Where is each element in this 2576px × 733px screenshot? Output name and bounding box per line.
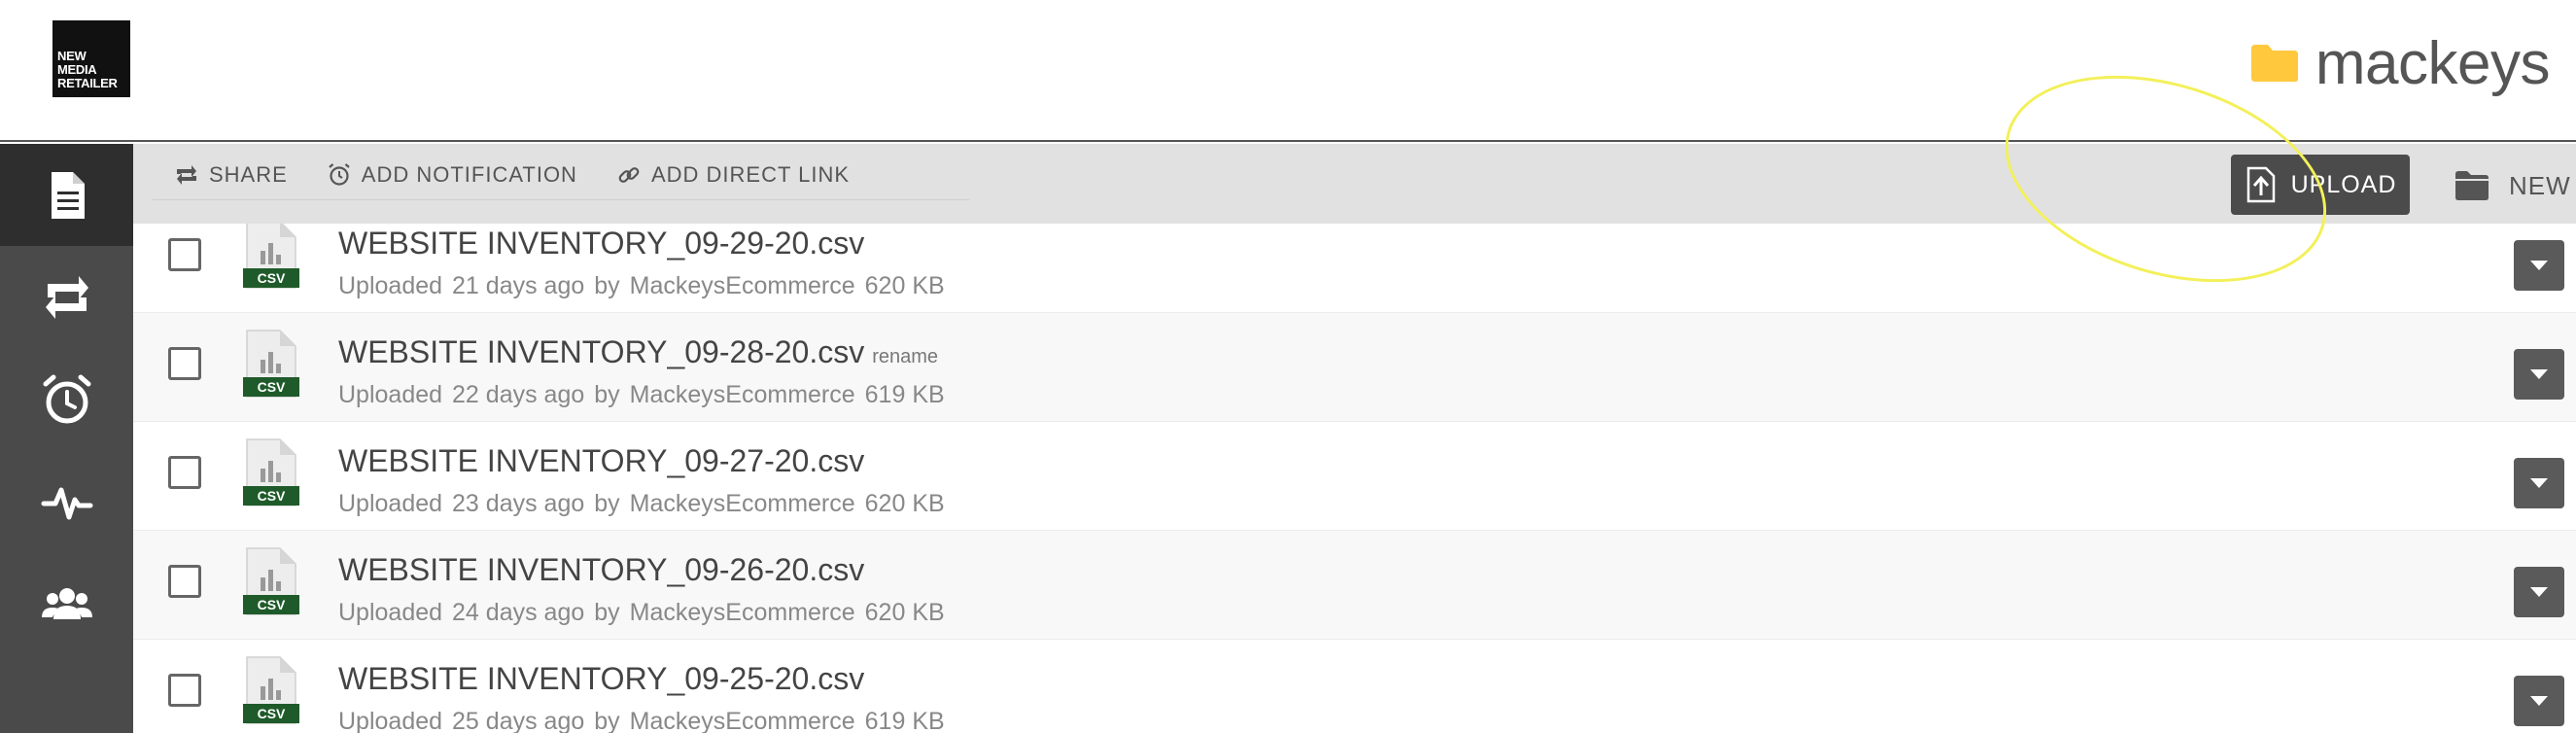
add-notification-button[interactable]: ADD NOTIFICATION xyxy=(327,162,577,188)
file-name[interactable]: WEBSITE INVENTORY_09-27-20.csv xyxy=(338,443,864,479)
new-folder-button[interactable]: NEW FOLDER xyxy=(2454,157,2576,215)
csv-badge: CSV xyxy=(258,706,286,721)
top-header: NEW MEDIA RETAILER mackeys xyxy=(0,0,2576,142)
file-meta: Uploaded 25 days ago by MackeysEcommerce 619… xyxy=(338,708,945,733)
alarm-clock-icon xyxy=(329,162,350,186)
brand-logo[interactable]: NEW MEDIA RETAILER xyxy=(52,20,130,97)
list-item[interactable]: CSV WEBSITE INVENTORY_09-25-20.csv Uploa… xyxy=(133,640,2576,733)
upload-button[interactable]: UPLOAD xyxy=(2231,155,2410,215)
sidebar-item-activity[interactable] xyxy=(0,450,133,552)
add-direct-link-label: ADD DIRECT LINK xyxy=(650,161,851,187)
list-item[interactable]: CSV WEBSITE INVENTORY_09-28-20.csv rename… xyxy=(133,313,2576,422)
folder-title: mackeys xyxy=(2249,29,2551,97)
sidebar-item-documents[interactable] xyxy=(0,144,133,246)
row-menu-button[interactable] xyxy=(2514,676,2564,726)
add-direct-link-button[interactable]: ADD DIRECT LINK xyxy=(616,162,850,188)
row-menu-button[interactable] xyxy=(2514,458,2564,508)
users-icon xyxy=(41,587,92,619)
activity-icon xyxy=(41,487,92,519)
new-folder-label: NEW FOLDER xyxy=(2509,170,2576,200)
file-toolbar: SHARE ADD NOTIFICATION ADD DIRECT LINK U… xyxy=(133,144,2576,224)
logo-line-3: RETAILER xyxy=(57,76,118,90)
share-icon xyxy=(177,164,196,185)
list-item[interactable]: CSV WEBSITE INVENTORY_09-26-20.csv Uploa… xyxy=(133,531,2576,640)
row-menu-button[interactable] xyxy=(2514,349,2564,400)
list-item[interactable]: CSV WEBSITE INVENTORY_09-29-20.csv Uploa… xyxy=(133,224,2576,313)
caret-down-icon xyxy=(2530,261,2548,270)
csv-badge: CSV xyxy=(258,597,286,612)
upload-label: UPLOAD xyxy=(2290,170,2397,198)
row-checkbox[interactable] xyxy=(168,347,201,380)
document-icon xyxy=(51,171,85,219)
file-name[interactable]: WEBSITE INVENTORY_09-26-20.csv xyxy=(338,552,864,588)
alarm-clock-icon xyxy=(43,374,90,423)
row-menu-button[interactable] xyxy=(2514,240,2564,291)
file-meta: Uploaded 21 days ago by MackeysEcommerce 620… xyxy=(338,272,945,299)
row-menu-button[interactable] xyxy=(2514,567,2564,617)
csv-file-icon: CSV xyxy=(243,224,299,289)
file-name[interactable]: WEBSITE INVENTORY_09-28-20.csv rename xyxy=(338,334,938,370)
file-meta: Uploaded 22 days ago by MackeysEcommerce 619… xyxy=(338,381,945,408)
toolbar-actions: SHARE ADD NOTIFICATION ADD DIRECT LINK xyxy=(153,150,969,200)
row-checkbox[interactable] xyxy=(168,456,201,489)
share-label: SHARE xyxy=(209,161,288,187)
file-meta: Uploaded 23 days ago by MackeysEcommerce 620… xyxy=(338,490,945,517)
share-button[interactable]: SHARE xyxy=(174,162,288,188)
file-meta: Uploaded 24 days ago by MackeysEcommerce 620… xyxy=(338,599,945,626)
row-checkbox[interactable] xyxy=(168,674,201,707)
csv-badge: CSV xyxy=(258,270,286,286)
caret-down-icon xyxy=(2530,587,2548,597)
caret-down-icon xyxy=(2530,478,2548,488)
logo-line-2: MEDIA xyxy=(57,62,97,77)
caret-down-icon xyxy=(2530,369,2548,379)
share-icon xyxy=(45,275,88,319)
caret-down-icon xyxy=(2530,696,2548,706)
sidebar-item-users[interactable] xyxy=(0,552,133,654)
row-checkbox[interactable] xyxy=(168,565,201,598)
link-icon xyxy=(618,166,640,183)
folder-name: mackeys xyxy=(2315,29,2551,97)
logo-line-1: NEW xyxy=(57,49,87,63)
add-notification-label: ADD NOTIFICATION xyxy=(361,161,577,187)
rename-link[interactable]: rename xyxy=(872,346,938,367)
sidebar-item-share[interactable] xyxy=(0,246,133,348)
file-list: CSV WEBSITE INVENTORY_09-29-20.csv Uploa… xyxy=(133,224,2576,733)
csv-badge: CSV xyxy=(258,379,286,395)
file-name[interactable]: WEBSITE INVENTORY_09-29-20.csv xyxy=(338,226,864,262)
file-name[interactable]: WEBSITE INVENTORY_09-25-20.csv xyxy=(338,661,864,697)
sidebar-item-notifications[interactable] xyxy=(0,348,133,450)
sidebar xyxy=(0,144,133,733)
folder-icon xyxy=(2455,171,2489,200)
folder-icon xyxy=(2250,45,2298,82)
upload-icon xyxy=(2246,166,2275,203)
row-checkbox[interactable] xyxy=(168,238,201,271)
csv-file-icon: CSV xyxy=(243,656,299,724)
csv-badge: CSV xyxy=(258,488,286,504)
csv-file-icon: CSV xyxy=(243,330,299,398)
list-item[interactable]: CSV WEBSITE INVENTORY_09-27-20.csv Uploa… xyxy=(133,422,2576,531)
csv-file-icon: CSV xyxy=(243,438,299,506)
csv-file-icon: CSV xyxy=(243,547,299,615)
